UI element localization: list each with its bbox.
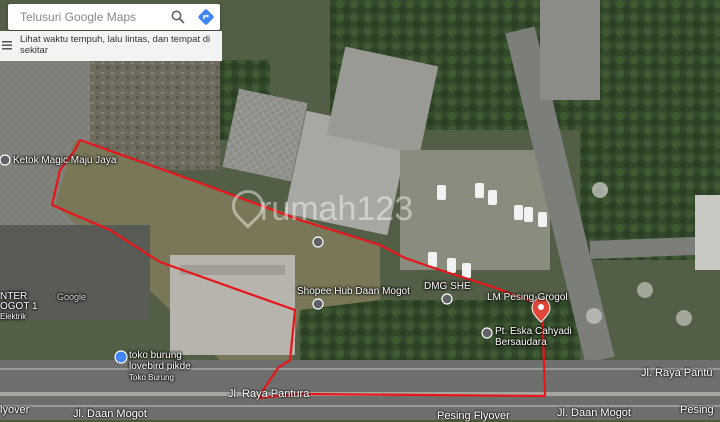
road-label-raya-pantura-left: Jl. Raya Pantura: [228, 388, 310, 400]
place-pin-icon[interactable]: [312, 236, 324, 248]
road-label-pesing-right: Pesing: [680, 404, 714, 416]
search-hint-panel[interactable]: Lihat waktu tempuh, lalu lintas, dan tem…: [0, 31, 222, 61]
search-input[interactable]: [8, 9, 164, 25]
place-pin-icon[interactable]: [0, 154, 11, 166]
menu-icon[interactable]: [0, 31, 18, 55]
search-icon: [171, 10, 185, 24]
search-box: [8, 4, 220, 30]
place-label-shopee-hub[interactable]: Shopee Hub Daan Mogot: [297, 286, 410, 297]
road-label-daan-mogot-right: Jl. Daan Mogot: [557, 407, 631, 419]
road-label-pesing-flyover: Pesing Flyover: [437, 410, 510, 422]
place-label-pt-eska[interactable]: Pt. Eska Cahyadi Bersaudara: [495, 326, 572, 348]
place-pin-icon[interactable]: [441, 293, 453, 305]
road-label-raya-pantura-right: Jl. Raya Pantu: [641, 367, 713, 379]
search-button[interactable]: [164, 4, 192, 30]
place-pin-icon[interactable]: [481, 327, 493, 339]
place-label-center-partial[interactable]: NTER OGOT 1 Elektrik: [0, 292, 38, 322]
place-label-toko-burung[interactable]: toko burung lovebird pikde Toko Burung: [129, 350, 191, 383]
rumah123-watermark: rumah123: [260, 190, 414, 228]
place-label-dmg[interactable]: DMG SHE: [424, 281, 471, 292]
place-pin-icon[interactable]: [312, 298, 324, 310]
shop-pin-icon[interactable]: [114, 350, 128, 364]
road-label-daan-mogot-left: Jl. Daan Mogot: [73, 408, 147, 420]
google-watermark: Google: [57, 292, 87, 302]
place-label-lm-pesing[interactable]: LM Pesing-Grogol: [487, 292, 568, 303]
place-label-ketok-magic[interactable]: Ketok Magic Maju Jaya: [13, 155, 116, 166]
search-hint-text: Lihat waktu tempuh, lalu lintas, dan tem…: [20, 34, 211, 56]
directions-icon: [198, 9, 214, 25]
directions-button[interactable]: [192, 4, 220, 30]
road-label-flyover-left: lyover: [0, 404, 30, 416]
